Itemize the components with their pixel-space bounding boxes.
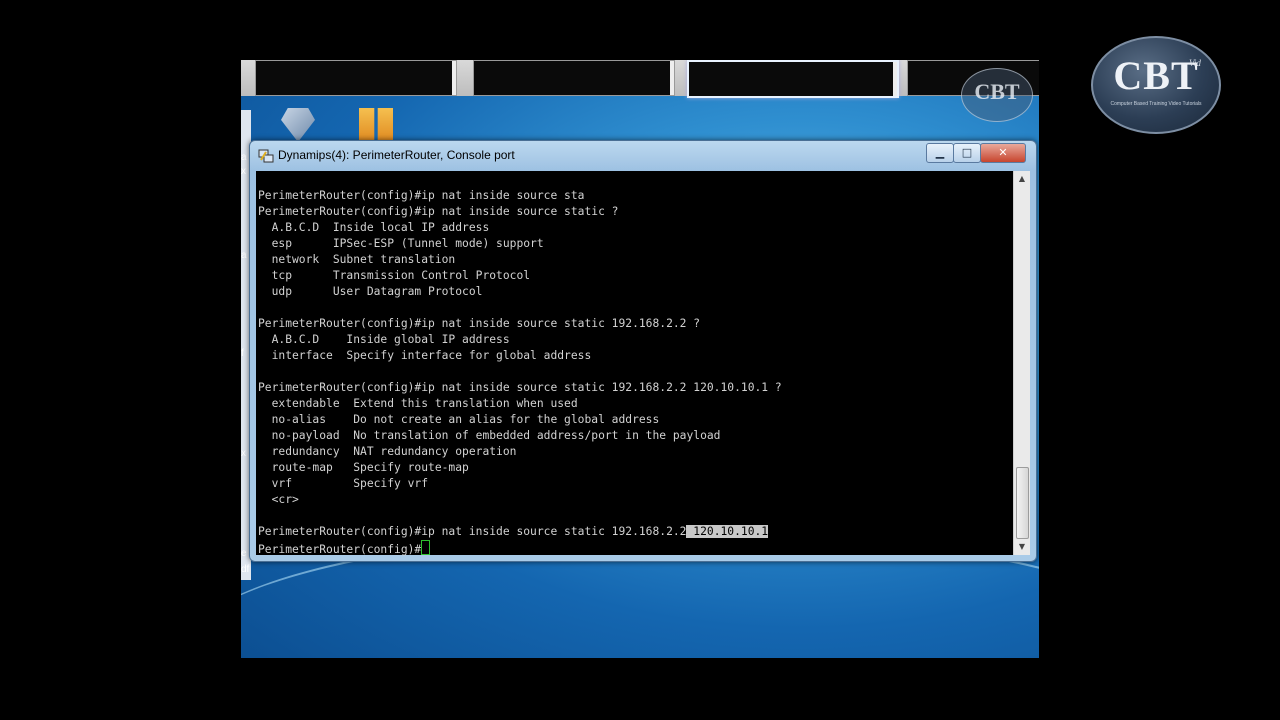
- terminal-line: vrf Specify vrf: [258, 477, 429, 490]
- logo-vid: Vid: [1189, 58, 1201, 68]
- side-label: a: [241, 250, 247, 261]
- terminal-line: no-alias Do not create an alias for the …: [258, 413, 660, 426]
- console-window[interactable]: Dynamips(4): PerimeterRouter, Console po…: [249, 140, 1037, 562]
- terminal-line: udp User Datagram Protocol: [258, 285, 483, 298]
- folder-icon[interactable]: [359, 108, 393, 142]
- scroll-up-arrow-icon[interactable]: ▲: [1014, 171, 1030, 187]
- terminal-line: no-payload No translation of embedded ad…: [258, 429, 721, 442]
- window-thumbnail-bar: [241, 60, 1039, 98]
- terminal-line: <cr>: [258, 493, 299, 506]
- maximize-button[interactable]: □: [953, 143, 981, 163]
- thumbnail-console-2[interactable]: [473, 60, 675, 96]
- terminal-line: PerimeterRouter(config)#ip nat inside so…: [258, 381, 782, 394]
- terminal-line: A.B.C.D Inside global IP address: [258, 333, 510, 346]
- selected-line-prefix: PerimeterRouter(config)#ip nat inside so…: [258, 525, 687, 538]
- window-titlebar[interactable]: Dynamips(4): PerimeterRouter, Console po…: [250, 141, 1036, 171]
- watermark-logo-text: CBT: [974, 79, 1020, 104]
- scroll-down-arrow-icon[interactable]: ▼: [1014, 539, 1030, 555]
- watermark-logo: CBT: [961, 68, 1033, 122]
- side-label: f: [241, 348, 244, 359]
- terminal-line: redundancy NAT redundancy operation: [258, 445, 517, 458]
- terminal-line: A.B.C.D Inside local IP address: [258, 221, 490, 234]
- terminal-prompt-line[interactable]: PerimeterRouter(config)#: [258, 540, 782, 556]
- putty-icon: [258, 149, 274, 163]
- logo-tagline: Computer Based Training Video Tutorials: [1110, 101, 1202, 107]
- side-label: df: [241, 564, 250, 575]
- terminal-line: network Subnet translation: [258, 253, 456, 266]
- thumbnail-console-active[interactable]: [687, 60, 899, 98]
- text-cursor: [421, 540, 431, 555]
- router-topology-icon[interactable]: [281, 108, 315, 142]
- side-label: a: [241, 152, 247, 163]
- terminal-line: PerimeterRouter(config)#ip nat inside so…: [258, 205, 619, 218]
- window-title: Dynamips(4): PerimeterRouter, Console po…: [278, 148, 515, 162]
- selected-text[interactable]: 120.10.10.1: [686, 525, 769, 538]
- terminal-line: PerimeterRouter(config)#ip nat inside so…: [258, 189, 585, 202]
- terminal-line: extendable Extend this translation when …: [258, 397, 578, 410]
- scrollbar-thumb[interactable]: [1016, 467, 1029, 539]
- terminal-line: esp IPSec-ESP (Tunnel mode) support: [258, 237, 544, 250]
- terminal-scrollbar[interactable]: ▲ ▼: [1013, 171, 1030, 555]
- terminal-line: route-map Specify route-map: [258, 461, 469, 474]
- terminal-lines: PerimeterRouter(config)#ip nat inside so…: [258, 188, 782, 556]
- terminal-output[interactable]: PerimeterRouter(config)#ip nat inside so…: [256, 171, 1013, 556]
- side-label: e: [241, 548, 247, 559]
- terminal-line: interface Specify interface for global a…: [258, 349, 592, 362]
- cbt-logo: CBT Vid Computer Based Training Video Tu…: [1091, 36, 1221, 134]
- thumbnail-console-1[interactable]: [255, 60, 457, 96]
- close-button[interactable]: ✕: [980, 143, 1026, 163]
- side-label: x: [241, 448, 246, 459]
- prompt: PerimeterRouter(config)#: [258, 543, 422, 556]
- terminal-line-selection: PerimeterRouter(config)#ip nat inside so…: [258, 524, 782, 540]
- terminal-line: tcp Transmission Control Protocol: [258, 269, 531, 282]
- side-label: x: [241, 166, 246, 177]
- terminal-line: PerimeterRouter(config)#ip nat inside so…: [258, 317, 701, 330]
- minimize-button[interactable]: ▁: [926, 143, 954, 163]
